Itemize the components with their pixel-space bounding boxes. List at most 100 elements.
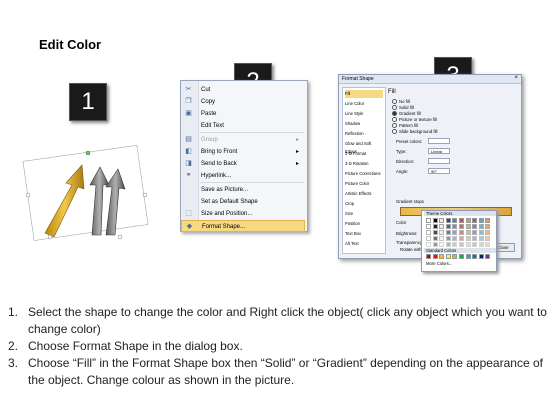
menu-item-size-and-position[interactable]: ⬚ Size and Position... <box>181 208 305 220</box>
color-swatch[interactable] <box>472 236 478 241</box>
resize-handle[interactable] <box>117 234 123 240</box>
color-swatch[interactable] <box>439 254 445 259</box>
color-swatch[interactable] <box>439 236 445 241</box>
category-item[interactable]: Glow and Soft Edges <box>345 140 383 154</box>
category-item[interactable]: Alt Text <box>345 240 383 248</box>
menu-item-group[interactable]: ▤ Group ▸ <box>181 134 305 146</box>
menu-item-copy[interactable]: ❐ Copy <box>181 96 305 108</box>
color-swatch[interactable] <box>472 218 478 223</box>
color-swatch[interactable] <box>452 230 458 235</box>
color-swatch[interactable] <box>459 230 464 235</box>
rotate-handle[interactable] <box>85 150 91 156</box>
menu-item-hyperlink[interactable]: ⚭ Hyperlink... <box>181 170 305 182</box>
color-swatch[interactable] <box>465 242 471 247</box>
category-item[interactable]: Size <box>345 210 383 218</box>
color-swatch[interactable] <box>485 230 491 235</box>
color-swatch[interactable] <box>445 236 451 241</box>
color-swatch[interactable] <box>472 254 478 259</box>
category-item[interactable]: Picture Color <box>345 180 383 188</box>
color-swatch[interactable] <box>459 224 464 229</box>
color-swatch[interactable] <box>426 254 431 259</box>
category-item[interactable]: Artistic Effects <box>345 190 383 198</box>
color-swatch[interactable] <box>439 230 445 235</box>
close-icon[interactable]: × <box>514 75 518 81</box>
menu-item-edit-text[interactable]: Edit Text <box>181 120 305 132</box>
field-dropdown[interactable]: 90° <box>428 168 450 174</box>
color-swatch[interactable] <box>478 218 484 223</box>
color-swatch[interactable] <box>439 224 445 229</box>
color-swatch[interactable] <box>432 242 438 247</box>
color-swatch[interactable] <box>485 236 491 241</box>
color-swatch[interactable] <box>478 236 484 241</box>
color-swatch[interactable] <box>478 230 484 235</box>
color-swatch[interactable] <box>485 224 491 229</box>
menu-item-set-as-default-shape[interactable]: Set as Default Shape <box>181 196 305 208</box>
menu-item-send-to-back[interactable]: ◨ Send to Back ▸ <box>181 158 305 170</box>
field-dropdown[interactable] <box>428 138 450 144</box>
category-item[interactable]: Picture Corrections <box>345 170 383 178</box>
color-swatch[interactable] <box>432 236 438 241</box>
menu-item-bring-to-front[interactable]: ◧ Bring to Front ▸ <box>181 146 305 158</box>
color-swatch[interactable] <box>439 242 445 247</box>
fill-option-radio[interactable]: Solid fill <box>392 105 414 111</box>
category-item[interactable]: Line Style <box>345 110 383 118</box>
fill-option-radio[interactable]: Pattern fill <box>392 123 418 129</box>
field-dropdown[interactable] <box>428 158 450 164</box>
category-item[interactable]: Text Box <box>345 230 383 238</box>
category-item[interactable]: 3-D Format <box>345 150 383 158</box>
color-swatch[interactable] <box>432 230 438 235</box>
color-swatch[interactable] <box>445 224 451 229</box>
resize-handle[interactable] <box>25 192 31 198</box>
category-item[interactable]: Line Color <box>345 100 383 108</box>
color-swatch[interactable] <box>445 242 451 247</box>
color-swatch[interactable] <box>478 224 484 229</box>
color-swatch[interactable] <box>478 242 484 247</box>
color-swatch[interactable] <box>432 224 438 229</box>
color-swatch[interactable] <box>445 218 451 223</box>
color-swatch[interactable] <box>452 242 458 247</box>
gold-arrow[interactable] <box>44 164 85 238</box>
color-swatch[interactable] <box>485 254 491 259</box>
more-colors-link[interactable]: More Colors... <box>426 261 452 266</box>
field-dropdown[interactable]: Linear <box>428 148 450 154</box>
color-swatch[interactable] <box>426 230 431 235</box>
color-swatch[interactable] <box>459 236 464 241</box>
color-swatch[interactable] <box>452 224 458 229</box>
color-swatch[interactable] <box>485 242 491 247</box>
color-swatch[interactable] <box>426 218 431 223</box>
color-swatch[interactable] <box>459 254 464 259</box>
fill-option-radio[interactable]: Slide background fill <box>392 129 437 135</box>
fill-option-radio[interactable]: Picture or texture fill <box>392 117 437 123</box>
color-swatch[interactable] <box>465 254 471 259</box>
color-swatch[interactable] <box>426 242 431 247</box>
category-item[interactable]: 3-D Rotation <box>345 160 383 168</box>
color-swatch[interactable] <box>472 224 478 229</box>
color-swatch[interactable] <box>472 242 478 247</box>
fill-option-radio[interactable]: Gradient fill <box>392 111 421 117</box>
category-item[interactable]: Shadow <box>345 120 383 128</box>
color-swatch[interactable] <box>452 254 458 259</box>
grey-arrow-left[interactable] <box>89 166 110 236</box>
color-swatch[interactable] <box>485 218 491 223</box>
menu-item-save-as-picture[interactable]: Save as Picture... <box>181 184 305 196</box>
arrows-shape-selection[interactable] <box>20 145 155 245</box>
menu-item-cut[interactable]: ✂ Cut <box>181 84 305 96</box>
color-swatch[interactable] <box>465 224 471 229</box>
menu-item-format-shape[interactable]: ◆ Format Shape... <box>181 220 305 232</box>
color-swatch[interactable] <box>426 224 431 229</box>
menu-item-paste[interactable]: ▣ Paste <box>181 108 305 120</box>
color-swatch[interactable] <box>465 236 471 241</box>
color-swatch[interactable] <box>439 218 445 223</box>
color-swatch[interactable] <box>432 218 438 223</box>
category-item[interactable]: Position <box>345 220 383 228</box>
category-item[interactable]: Fill <box>345 90 383 98</box>
fill-option-radio[interactable]: No fill <box>392 99 410 105</box>
grey-arrow-right[interactable] <box>105 168 126 236</box>
resize-handle[interactable] <box>47 234 53 240</box>
color-swatch[interactable] <box>478 254 484 259</box>
color-swatch[interactable] <box>445 230 451 235</box>
color-swatch[interactable] <box>452 236 458 241</box>
category-item[interactable]: Reflection <box>345 130 383 138</box>
color-swatch[interactable] <box>465 218 471 223</box>
color-swatch[interactable] <box>459 242 464 247</box>
